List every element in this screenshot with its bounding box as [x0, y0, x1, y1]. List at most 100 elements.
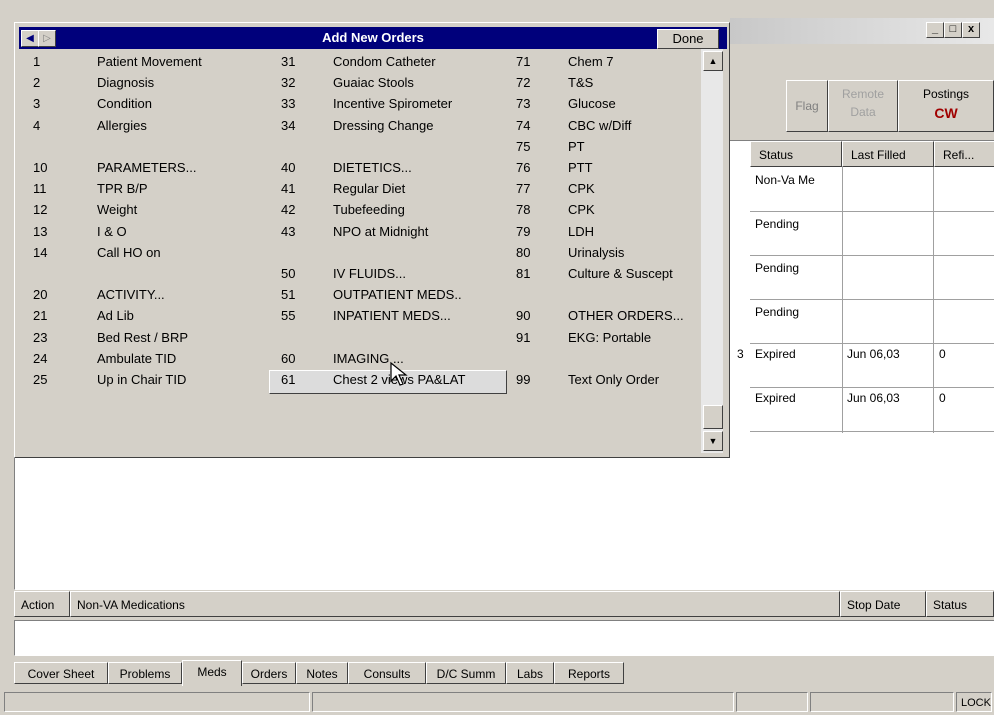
non-va-meds-list[interactable] [14, 620, 994, 656]
order-item-label[interactable]: OTHER ORDERS... [568, 305, 684, 326]
order-item-label[interactable]: EKG: Portable [568, 327, 651, 348]
order-item-number[interactable]: 23 [33, 327, 47, 348]
order-item-number[interactable]: 2 [33, 72, 40, 93]
order-item-number[interactable]: 61 [281, 369, 295, 390]
order-item-label[interactable]: PT [568, 136, 585, 157]
order-item-label[interactable]: CPK [568, 199, 595, 220]
order-item-label[interactable]: Ambulate TID [97, 348, 176, 369]
order-item-number[interactable]: 50 [281, 263, 295, 284]
order-item-label[interactable]: Weight [97, 199, 137, 220]
order-item-number[interactable]: 55 [281, 305, 295, 326]
order-item-number[interactable]: 80 [516, 242, 530, 263]
minimize-button[interactable]: _ [926, 22, 944, 38]
row-status[interactable]: Non-Va Me [755, 173, 815, 187]
order-item-label[interactable]: Glucose [568, 93, 616, 114]
order-item-number[interactable]: 40 [281, 157, 295, 178]
order-item-label[interactable]: Text Only Order [568, 369, 659, 390]
close-button[interactable]: x [962, 22, 980, 38]
order-item-number[interactable]: 76 [516, 157, 530, 178]
column-header-status-lower[interactable]: Status [926, 591, 994, 617]
order-item-label[interactable]: Regular Diet [333, 178, 405, 199]
tab-reports[interactable]: Reports [554, 662, 624, 684]
order-item-label[interactable]: Ad Lib [97, 305, 134, 326]
order-item-label[interactable]: ACTIVITY... [97, 284, 165, 305]
order-item-label[interactable]: Chem 7 [568, 51, 614, 72]
scroll-up-icon[interactable]: ▲ [703, 51, 723, 71]
column-header-last-filled[interactable]: Last Filled [842, 141, 934, 167]
order-item-label[interactable]: PTT [568, 157, 593, 178]
order-item-number[interactable]: 72 [516, 72, 530, 93]
order-item-number[interactable]: 51 [281, 284, 295, 305]
order-item-number[interactable]: 31 [281, 51, 295, 72]
order-item-number[interactable]: 14 [33, 242, 47, 263]
order-item-label[interactable]: Condition [97, 93, 152, 114]
order-item-label[interactable]: TPR B/P [97, 178, 148, 199]
order-item-number[interactable]: 78 [516, 199, 530, 220]
order-item-label[interactable]: Urinalysis [568, 242, 624, 263]
order-item-number[interactable]: 90 [516, 305, 530, 326]
tab-notes[interactable]: Notes [296, 662, 348, 684]
order-item-number[interactable]: 42 [281, 199, 295, 220]
row-status[interactable]: Pending [755, 305, 799, 319]
order-item-number[interactable]: 12 [33, 199, 47, 220]
order-item-label[interactable]: Up in Chair TID [97, 369, 186, 390]
order-item-number[interactable]: 34 [281, 115, 295, 136]
vertical-scrollbar[interactable]: ▲ ▼ [701, 49, 723, 453]
order-item-label[interactable]: PARAMETERS... [97, 157, 196, 178]
row-status[interactable]: Expired [755, 391, 796, 405]
scroll-thumb[interactable] [703, 405, 723, 429]
tab-meds[interactable]: Meds [182, 660, 242, 686]
row-status[interactable]: Expired [755, 347, 796, 361]
tab-problems[interactable]: Problems [108, 662, 182, 684]
tab-cover-sheet[interactable]: Cover Sheet [14, 662, 108, 684]
order-item-number[interactable]: 73 [516, 93, 530, 114]
order-item-number[interactable]: 4 [33, 115, 40, 136]
order-item-number[interactable]: 60 [281, 348, 295, 369]
row-last-filled[interactable]: Jun 06,03 [847, 347, 900, 361]
order-item-number[interactable]: 77 [516, 178, 530, 199]
row-status[interactable]: Pending [755, 217, 799, 231]
previous-arrow-icon[interactable]: ◀ [21, 30, 39, 47]
order-item-label[interactable]: LDH [568, 221, 594, 242]
order-item-number[interactable]: 43 [281, 221, 295, 242]
scroll-down-icon[interactable]: ▼ [703, 431, 723, 451]
order-item-label[interactable]: INPATIENT MEDS... [333, 305, 451, 326]
order-item-number[interactable]: 91 [516, 327, 530, 348]
order-item-label[interactable]: CBC w/Diff [568, 115, 631, 136]
order-item-label[interactable]: NPO at Midnight [333, 221, 428, 242]
order-item-number[interactable]: 79 [516, 221, 530, 242]
order-item-number[interactable]: 33 [281, 93, 295, 114]
column-header-refills[interactable]: Refi... [934, 141, 994, 167]
order-item-number[interactable]: 1 [33, 51, 40, 72]
order-item-number[interactable]: 13 [33, 221, 47, 242]
flag-button[interactable]: Flag [786, 80, 828, 132]
order-item-label[interactable]: Guaiac Stools [333, 72, 414, 93]
order-item-label[interactable]: Patient Movement [97, 51, 202, 72]
tab-dc-summ[interactable]: D/C Summ [426, 662, 506, 684]
column-header-non-va-medications[interactable]: Non-VA Medications [70, 591, 840, 617]
order-item-number[interactable]: 41 [281, 178, 295, 199]
order-item-number[interactable]: 75 [516, 136, 530, 157]
order-item-label[interactable]: Bed Rest / BRP [97, 327, 188, 348]
order-item-label[interactable]: Dressing Change [333, 115, 433, 136]
order-item-label[interactable]: Allergies [97, 115, 147, 136]
maximize-button[interactable]: □ [944, 22, 962, 38]
row-last-filled[interactable]: Jun 06,03 [847, 391, 900, 405]
row-refills[interactable]: 0 [939, 347, 946, 361]
order-item-number[interactable]: 10 [33, 157, 47, 178]
order-item-label[interactable]: Call HO on [97, 242, 161, 263]
next-arrow-icon[interactable]: ▷ [38, 30, 56, 47]
order-item-label[interactable]: I & O [97, 221, 127, 242]
tab-consults[interactable]: Consults [348, 662, 426, 684]
order-item-number[interactable]: 74 [516, 115, 530, 136]
row-refills[interactable]: 0 [939, 391, 946, 405]
order-item-number[interactable]: 71 [516, 51, 530, 72]
order-item-number[interactable]: 32 [281, 72, 295, 93]
order-item-number[interactable]: 11 [33, 178, 47, 199]
tab-orders[interactable]: Orders [242, 662, 296, 684]
done-button[interactable]: Done [657, 29, 719, 49]
postings-button[interactable]: Postings CW [898, 80, 994, 132]
order-item-label[interactable]: DIETETICS... [333, 157, 412, 178]
order-item-label[interactable]: CPK [568, 178, 595, 199]
order-item-number[interactable]: 81 [516, 263, 530, 284]
